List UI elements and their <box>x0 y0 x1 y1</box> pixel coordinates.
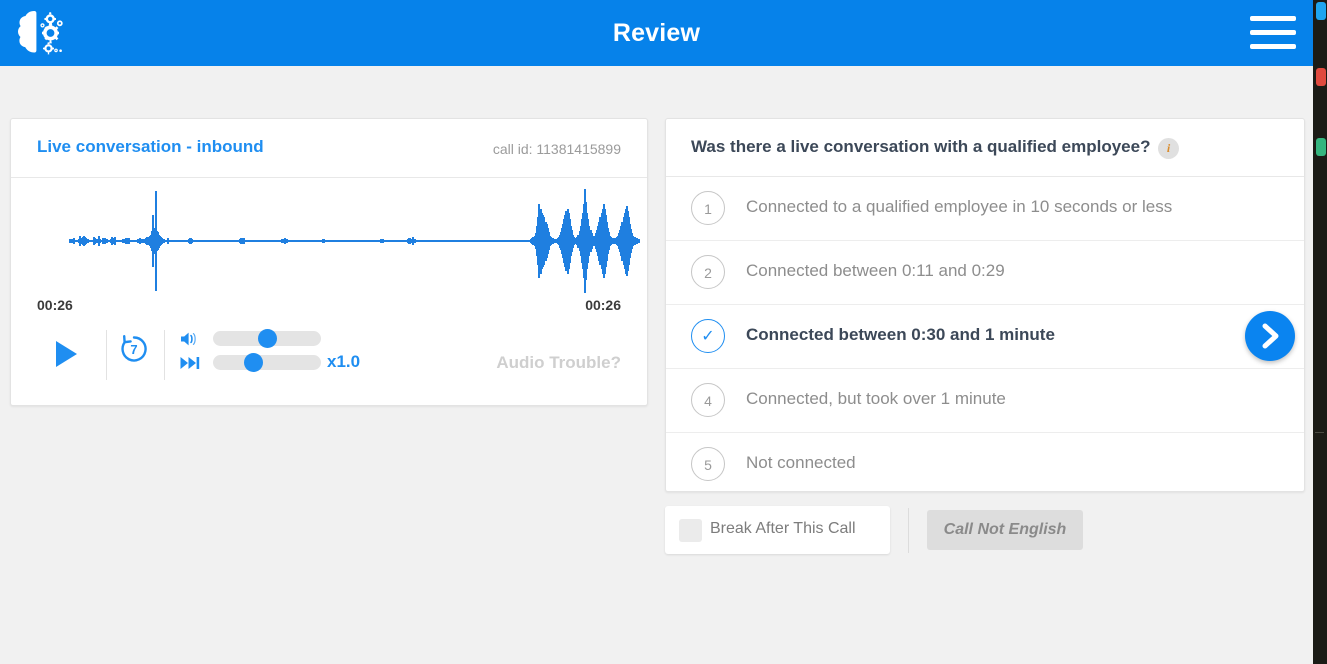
audio-player-card: Live conversation - inbound call id: 113… <box>10 118 648 406</box>
answer-option-label: Connected between 0:30 and 1 minute <box>746 325 1055 344</box>
answer-option-4[interactable]: 4 Connected, but took over 1 minute <box>666 369 1304 433</box>
answer-option-label: Connected, but took over 1 minute <box>746 389 1006 408</box>
volume-slider-thumb[interactable] <box>257 329 277 348</box>
strip-indicator-green[interactable] <box>1316 138 1326 156</box>
next-question-button[interactable] <box>1245 311 1295 361</box>
answer-option-label: Not connected <box>746 453 856 472</box>
replay-7-icon[interactable]: 7 <box>117 332 151 366</box>
strip-indicator-red[interactable] <box>1316 68 1326 86</box>
question-header: Was there a live conversation with a qua… <box>666 119 1304 177</box>
answer-option-check-icon: ✓ <box>691 319 725 353</box>
waveform-bar <box>637 238 640 244</box>
answer-option-number: 5 <box>691 447 725 481</box>
play-icon[interactable] <box>56 341 77 367</box>
speaker-icon <box>179 329 203 349</box>
conversation-title-link[interactable]: Live conversation - inbound <box>37 137 264 157</box>
volume-slider-track[interactable] <box>213 329 321 348</box>
info-icon[interactable]: i <box>1158 138 1179 159</box>
app-header: Review <box>0 0 1313 66</box>
hamburger-bar-3 <box>1250 44 1296 49</box>
strip-divider <box>1315 432 1324 433</box>
break-after-call-checkbox[interactable] <box>679 519 702 542</box>
speed-slider-track[interactable] <box>213 353 321 372</box>
question-label: Was there a live conversation with a qua… <box>691 137 1151 156</box>
page-title: Review <box>612 19 701 47</box>
current-time-label: 00:26 <box>37 297 73 313</box>
controls-divider-2 <box>164 330 165 380</box>
answer-options-list: 1 Connected to a qualified employee in 10… <box>666 177 1304 496</box>
question-card: Was there a live conversation with a qua… <box>665 118 1305 492</box>
call-not-english-button[interactable]: Call Not English <box>927 510 1083 550</box>
total-time-label: 00:26 <box>585 297 621 313</box>
break-after-call-label: Break After This Call <box>710 520 856 537</box>
speed-value-label: x1.0 <box>327 352 361 371</box>
answer-option-number: 1 <box>691 191 725 225</box>
answer-option-2[interactable]: 2 Connected between 0:11 and 0:29 <box>666 241 1304 305</box>
answer-option-number: 2 <box>691 255 725 289</box>
player-header: Live conversation - inbound call id: 113… <box>11 119 647 178</box>
audio-trouble-link[interactable]: Audio Trouble? <box>496 353 621 373</box>
call-id-label: call id: 11381415899 <box>492 141 621 157</box>
answer-option-1[interactable]: 1 Connected to a qualified employee in 10… <box>666 177 1304 241</box>
rewind-seconds-label: 7 <box>130 342 138 357</box>
break-after-call-button[interactable]: Break After This Call <box>665 506 890 554</box>
right-side-panel-strip[interactable] <box>1313 0 1327 664</box>
hamburger-menu-icon[interactable] <box>1250 16 1296 50</box>
call-not-english-label: Call Not English <box>943 521 1067 538</box>
actions-divider <box>908 508 909 553</box>
answer-option-3[interactable]: ✓ Connected between 0:30 and 1 minute <box>666 305 1304 369</box>
fast-forward-icon <box>179 353 203 373</box>
answer-option-label: Connected to a qualified employee in 10 … <box>746 197 1173 216</box>
answer-option-label: Connected between 0:11 and 0:29 <box>746 261 1005 280</box>
speed-slider-thumb[interactable] <box>244 353 264 372</box>
strip-indicator-blue[interactable] <box>1316 2 1326 20</box>
hamburger-bar-1 <box>1250 16 1296 21</box>
hamburger-bar-2 <box>1250 30 1296 35</box>
audio-waveform[interactable] <box>69 177 640 305</box>
answer-option-number: 4 <box>691 383 725 417</box>
controls-divider-1 <box>106 330 107 380</box>
waveform-container[interactable] <box>11 177 647 305</box>
player-controls: 7 x1.0 Audio Trouble? <box>11 323 647 393</box>
answer-option-5[interactable]: 5 Not connected <box>666 433 1304 496</box>
